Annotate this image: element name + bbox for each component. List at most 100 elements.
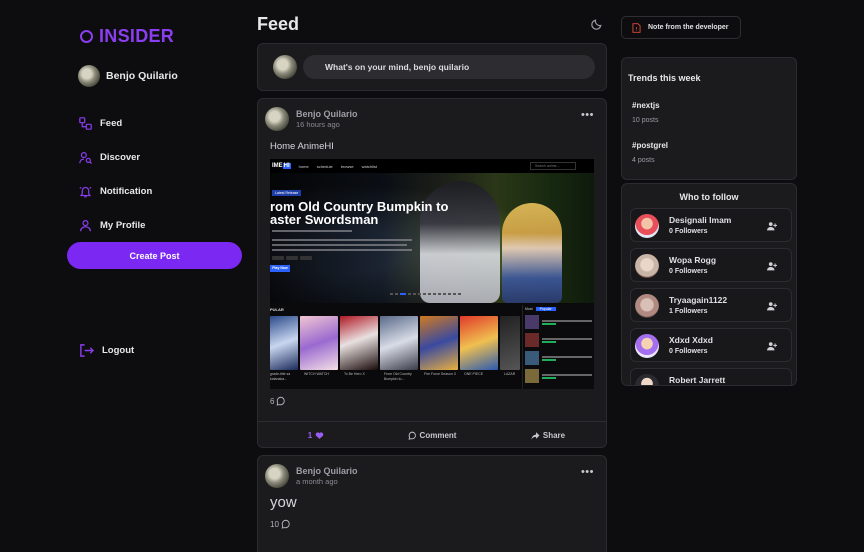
follow-suggestion[interactable]: Wopa Rogg 0 Followers bbox=[630, 248, 792, 282]
comment-bubble-icon bbox=[277, 396, 286, 406]
image-carousel-dots bbox=[390, 293, 461, 295]
image-cover bbox=[340, 316, 378, 370]
current-user-name: Benjo Quilario bbox=[106, 70, 178, 82]
image-cover bbox=[420, 316, 458, 370]
add-user-icon[interactable] bbox=[767, 341, 777, 351]
post-author[interactable]: Benjo Quilario bbox=[296, 466, 358, 476]
bell-icon bbox=[79, 186, 92, 197]
comment-count[interactable]: 6 bbox=[270, 396, 286, 406]
image-side-panel: Most Popular bbox=[522, 305, 594, 389]
follow-suggestion[interactable]: Tryaagain1122 1 Followers bbox=[630, 288, 792, 322]
logout-button[interactable]: Logout bbox=[79, 343, 134, 358]
post-time: 16 hours ago bbox=[296, 120, 340, 129]
trend-tag: #nextjs bbox=[632, 101, 660, 110]
image-cover-caption: Fire Force Season 3 bbox=[424, 372, 456, 376]
post-card: Benjo Quilario 16 hours ago ••• Home Ani… bbox=[257, 98, 607, 448]
image-logo-text: IME bbox=[272, 163, 283, 169]
image-hero-meta bbox=[272, 230, 352, 232]
follow-count: 1 Followers bbox=[669, 308, 708, 315]
post-actions: 1 Comment Share bbox=[258, 421, 606, 449]
image-cover-caption: WITCH WATCH bbox=[304, 372, 329, 376]
comment-count-value: 6 bbox=[270, 396, 275, 406]
developer-note-label: Note from the developer bbox=[648, 24, 729, 31]
add-user-icon[interactable] bbox=[767, 261, 777, 271]
image-nav-item: schedule bbox=[316, 163, 333, 169]
image-section-label: PULAR bbox=[270, 307, 284, 312]
image-hero-desc bbox=[272, 239, 412, 241]
share-button[interactable]: Share bbox=[490, 431, 606, 440]
trends-title: Trends this week bbox=[628, 73, 701, 83]
image-hero-cta: Play Now bbox=[270, 265, 290, 272]
sidebar-item-my-profile[interactable]: My Profile bbox=[79, 208, 152, 242]
image-hero-banner: Latest Release rom Old Country Bumpkin t… bbox=[270, 173, 594, 303]
follow-count: 0 Followers bbox=[669, 348, 708, 355]
more-options-icon[interactable]: ••• bbox=[581, 109, 594, 121]
sidebar-item-notification[interactable]: Notification bbox=[79, 174, 152, 208]
image-cover bbox=[380, 316, 418, 370]
image-cover-caption: From Old Country Bumpkin to... bbox=[384, 372, 412, 381]
create-post-button[interactable]: Create Post bbox=[67, 242, 242, 269]
developer-note-button[interactable]: Note from the developer bbox=[621, 16, 741, 39]
image-hero-desc bbox=[272, 249, 412, 251]
add-user-icon[interactable] bbox=[767, 301, 777, 311]
avatar[interactable] bbox=[265, 464, 289, 488]
share-label: Share bbox=[542, 431, 566, 440]
trend-count: 10 posts bbox=[632, 117, 659, 124]
avatar[interactable] bbox=[265, 107, 289, 131]
follow-name: Designali Imam bbox=[669, 215, 732, 225]
post-card: Benjo Quilario a month ago ••• yow 10 bbox=[257, 455, 607, 552]
image-hero-tags bbox=[272, 256, 312, 260]
image-cover bbox=[500, 316, 520, 370]
comment-button[interactable]: Comment bbox=[374, 431, 490, 440]
feed-icon bbox=[79, 116, 92, 130]
trend-item[interactable]: #postgrel 4 posts bbox=[632, 141, 668, 164]
sidebar-item-label: My Profile bbox=[100, 219, 146, 231]
trend-tag: #postgrel bbox=[632, 141, 669, 150]
post-image[interactable]: IMEHI home schedule browse watchlist Sea… bbox=[270, 159, 594, 389]
post-composer: What's on your mind, benjo quilario bbox=[257, 43, 607, 91]
post-text: yow bbox=[270, 494, 297, 511]
image-hero-character bbox=[502, 203, 562, 303]
sidebar-item-feed[interactable]: Feed bbox=[79, 106, 152, 140]
avatar bbox=[635, 374, 659, 385]
image-side-tab: Popular bbox=[535, 307, 556, 311]
image-cover-caption: LAZAR bbox=[504, 372, 516, 376]
more-options-icon[interactable]: ••• bbox=[581, 466, 594, 478]
page-title: Feed bbox=[257, 14, 300, 34]
image-cover-caption: ONE PIECE bbox=[464, 372, 484, 376]
comment-bubble-icon bbox=[281, 519, 290, 529]
trend-item[interactable]: #nextjs 10 posts bbox=[632, 101, 660, 124]
image-hero-desc bbox=[272, 244, 407, 246]
sidebar-item-discover[interactable]: Discover bbox=[79, 140, 152, 174]
follow-suggestion[interactable]: Designali Imam 0 Followers bbox=[630, 208, 792, 242]
avatar bbox=[273, 55, 297, 79]
follow-count: 0 Followers bbox=[669, 268, 708, 275]
like-button[interactable]: 1 bbox=[258, 431, 374, 440]
follow-name: Xdxd Xdxd bbox=[669, 335, 713, 345]
image-side-tab: Most bbox=[525, 307, 533, 311]
document-icon bbox=[632, 22, 641, 33]
comment-count[interactable]: 10 bbox=[270, 519, 291, 529]
follow-suggestion[interactable]: Xdxd Xdxd 0 Followers bbox=[630, 328, 792, 362]
image-hero-title-line: aster Swordsman bbox=[270, 212, 379, 227]
brand-logo[interactable]: INSIDER bbox=[80, 26, 174, 47]
share-icon bbox=[531, 432, 540, 440]
sidebar-item-label: Notification bbox=[100, 185, 153, 197]
composer-input[interactable]: What's on your mind, benjo quilario bbox=[303, 55, 595, 79]
sidebar-item-label: Discover bbox=[100, 151, 141, 163]
add-user-icon[interactable] bbox=[767, 221, 777, 231]
post-time: a month ago bbox=[296, 477, 338, 486]
image-site-header: IMEHI home schedule browse watchlist Sea… bbox=[270, 159, 594, 173]
user-icon bbox=[80, 219, 91, 231]
sidebar-item-label: Feed bbox=[100, 117, 123, 129]
image-site-logo: IMEHI bbox=[272, 163, 291, 169]
image-cover-caption: To Be Hero X bbox=[344, 372, 365, 376]
avatar bbox=[635, 334, 659, 358]
follow-suggestion[interactable]: Robert Jarrett bbox=[630, 368, 792, 385]
image-cover bbox=[300, 316, 338, 370]
current-user[interactable]: Benjo Quilario bbox=[78, 65, 178, 87]
image-search-box: Search anime... bbox=[530, 162, 576, 170]
trends-panel: Trends this week #nextjs 10 posts #postg… bbox=[621, 57, 797, 180]
moon-icon[interactable] bbox=[591, 18, 603, 30]
post-author[interactable]: Benjo Quilario bbox=[296, 109, 358, 119]
